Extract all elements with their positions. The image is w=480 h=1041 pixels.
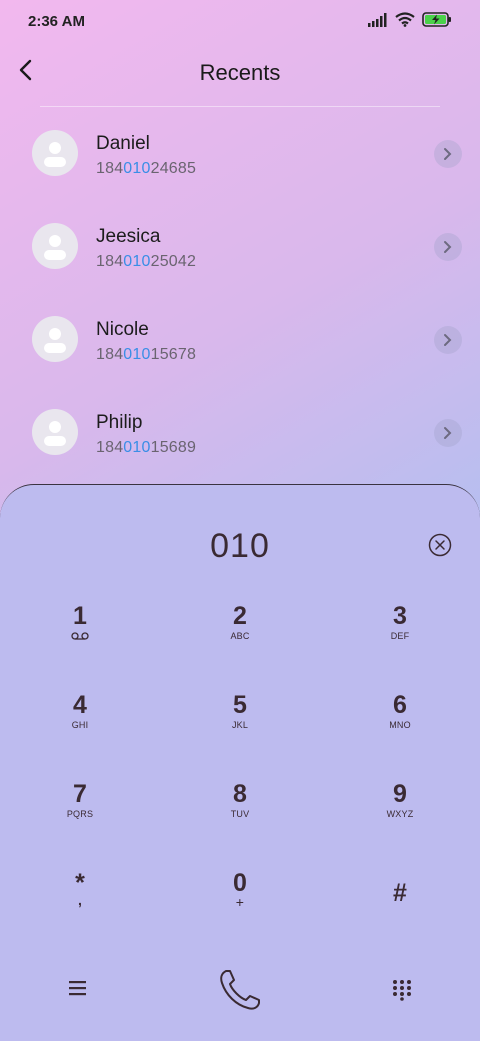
recents-list: Daniel 18401024685 Jeesica 18401025042 N… bbox=[0, 106, 480, 478]
dialed-number[interactable]: 010 bbox=[0, 527, 480, 566]
list-item[interactable]: Jeesica 18401025042 bbox=[0, 199, 480, 292]
avatar bbox=[32, 316, 78, 362]
backspace-icon bbox=[428, 533, 452, 557]
key-3[interactable]: 3 DEF bbox=[340, 585, 460, 665]
key-letters: JKL bbox=[231, 720, 249, 730]
key-letters: + bbox=[235, 894, 245, 910]
header: Recents bbox=[0, 44, 480, 102]
dialpad-panel: 010 1 2 ABC 3 DEF 4 GHI 5 JKL 6 MNO 7 PQ… bbox=[0, 484, 480, 1041]
call-button[interactable] bbox=[216, 965, 264, 1013]
chevron-right-icon bbox=[444, 427, 452, 439]
key-letters: WXYZ bbox=[386, 809, 414, 819]
key-digit: 4 bbox=[73, 691, 87, 719]
avatar bbox=[32, 409, 78, 455]
number-match: 010 bbox=[123, 253, 151, 270]
number-prefix: 184 bbox=[96, 346, 124, 363]
contact-detail-button[interactable] bbox=[434, 140, 462, 168]
number-match: 010 bbox=[123, 160, 151, 177]
key-letters: PQRS bbox=[66, 809, 94, 819]
dialpad-icon bbox=[393, 980, 411, 1001]
key-0[interactable]: 0 + bbox=[180, 852, 300, 932]
number-match: 010 bbox=[123, 346, 151, 363]
key-9[interactable]: 9 WXYZ bbox=[340, 763, 460, 843]
number-prefix: 184 bbox=[96, 253, 124, 270]
contact-name: Daniel bbox=[96, 133, 150, 154]
key-digit: 7 bbox=[73, 780, 87, 808]
number-suffix: 15689 bbox=[150, 439, 197, 456]
signal-icon bbox=[368, 12, 387, 27]
battery-charging-icon bbox=[422, 12, 451, 27]
number-suffix: 15678 bbox=[150, 346, 197, 363]
key-digit: 3 bbox=[393, 602, 407, 630]
key-star[interactable]: * , bbox=[20, 852, 140, 932]
key-letters: MNO bbox=[389, 720, 411, 730]
key-digit: 1 bbox=[73, 602, 87, 630]
key-5[interactable]: 5 JKL bbox=[180, 674, 300, 754]
key-7[interactable]: 7 PQRS bbox=[20, 763, 140, 843]
menu-button[interactable] bbox=[66, 977, 90, 999]
page-title: Recents bbox=[199, 60, 281, 85]
list-item[interactable]: Philip 18401015689 bbox=[0, 385, 480, 478]
voicemail-icon bbox=[71, 632, 89, 640]
phone-icon bbox=[220, 970, 260, 1010]
contact-name: Nicole bbox=[96, 319, 149, 340]
number-prefix: 184 bbox=[96, 439, 124, 456]
contact-number: 18401024685 bbox=[96, 160, 196, 178]
key-letters: , bbox=[77, 892, 83, 908]
key-1[interactable]: 1 bbox=[20, 585, 140, 665]
status-icons bbox=[368, 12, 452, 27]
dialpad-toggle-button[interactable] bbox=[390, 977, 414, 1001]
contact-detail-button[interactable] bbox=[434, 326, 462, 354]
key-hash[interactable]: # bbox=[340, 852, 460, 932]
list-item[interactable]: Nicole 18401015678 bbox=[0, 292, 480, 385]
contact-name: Jeesica bbox=[96, 226, 161, 247]
key-8[interactable]: 8 TUV bbox=[180, 763, 300, 843]
key-digit: # bbox=[393, 879, 407, 907]
dialer-bottom-bar bbox=[0, 955, 480, 1025]
menu-icon bbox=[69, 981, 86, 996]
number-suffix: 24685 bbox=[150, 160, 197, 177]
number-match: 010 bbox=[123, 439, 151, 456]
key-letters: GHI bbox=[71, 720, 89, 730]
contact-number: 18401015678 bbox=[96, 346, 196, 364]
key-letters: TUV bbox=[230, 809, 250, 819]
contact-detail-button[interactable] bbox=[434, 233, 462, 261]
key-2[interactable]: 2 ABC bbox=[180, 585, 300, 665]
contact-detail-button[interactable] bbox=[434, 419, 462, 447]
contact-name: Philip bbox=[96, 412, 143, 433]
key-digit: 5 bbox=[233, 691, 247, 719]
chevron-right-icon bbox=[444, 241, 452, 253]
status-bar: 2:36 AM bbox=[0, 0, 480, 44]
chevron-right-icon bbox=[444, 334, 452, 346]
key-digit: 0 bbox=[233, 869, 247, 897]
key-digit: 9 bbox=[393, 780, 407, 808]
key-digit: 2 bbox=[233, 602, 247, 630]
avatar bbox=[32, 130, 78, 176]
key-letters: ABC bbox=[230, 631, 250, 641]
list-item[interactable]: Daniel 18401024685 bbox=[0, 106, 480, 199]
contact-number: 18401015689 bbox=[96, 439, 196, 457]
number-prefix: 184 bbox=[96, 160, 124, 177]
key-6[interactable]: 6 MNO bbox=[340, 674, 460, 754]
key-digit: 6 bbox=[393, 691, 407, 719]
number-suffix: 25042 bbox=[150, 253, 197, 270]
contact-number: 18401025042 bbox=[96, 253, 196, 271]
key-letters: DEF bbox=[390, 631, 410, 641]
key-digit: 8 bbox=[233, 780, 247, 808]
chevron-right-icon bbox=[444, 148, 452, 160]
key-4[interactable]: 4 GHI bbox=[20, 674, 140, 754]
backspace-button[interactable] bbox=[428, 533, 452, 557]
avatar bbox=[32, 223, 78, 269]
wifi-icon bbox=[395, 12, 415, 27]
status-time: 2:36 AM bbox=[28, 13, 85, 30]
